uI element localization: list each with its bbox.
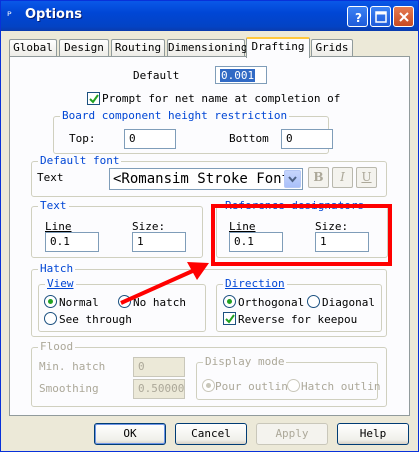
options-dialog: ᴾ Options ? Global Design Routing Dimens… — [0, 0, 419, 452]
tab-drafting[interactable]: Drafting — [246, 37, 310, 58]
annotation-arrow — [120, 262, 209, 305]
